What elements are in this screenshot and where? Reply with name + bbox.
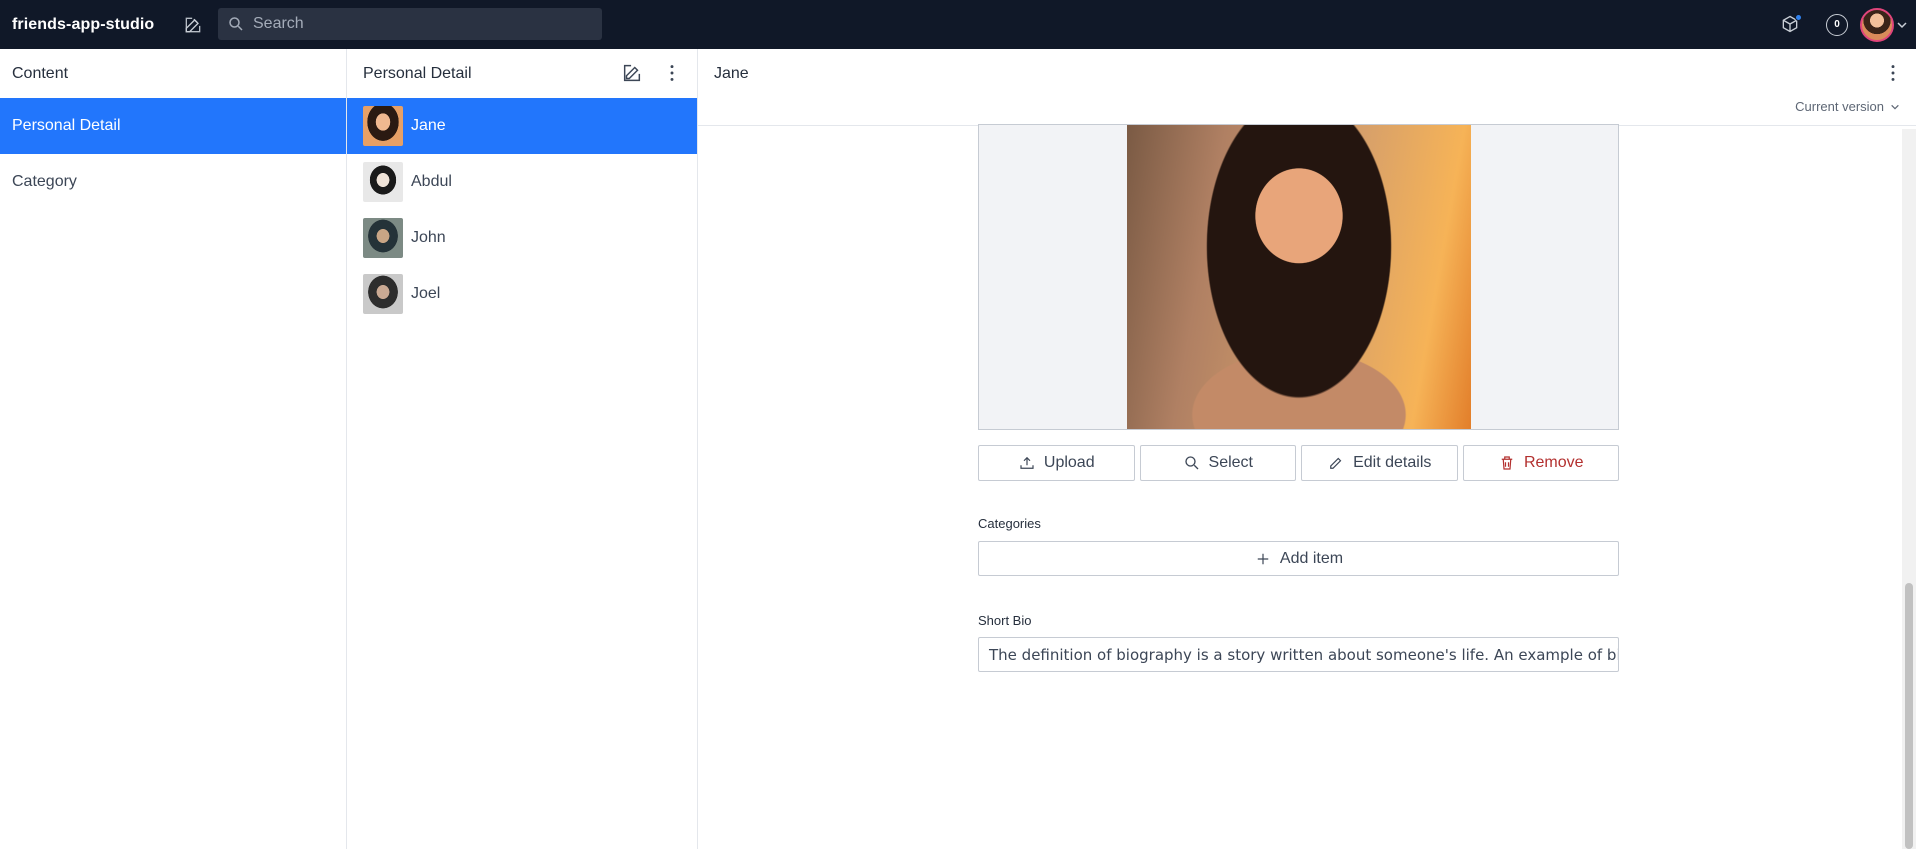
- list-item-label: Abdul: [411, 173, 452, 190]
- document-editor-pane: Jane Current version Upload Select Edit …: [698, 49, 1916, 849]
- content-pane-header: Content: [12, 64, 69, 82]
- document-list-pane: Personal Detail Jane Abdul John Joel: [347, 49, 698, 849]
- list-pane-actions: [621, 62, 683, 84]
- compose-icon[interactable]: [621, 62, 643, 84]
- avatar: [363, 106, 403, 146]
- image-preview: [1127, 125, 1471, 429]
- short-bio-input[interactable]: The definition of biography is a story w…: [978, 637, 1619, 672]
- select-button[interactable]: Select: [1139, 445, 1296, 481]
- list-item-label: John: [411, 229, 446, 246]
- more-vertical-icon[interactable]: [661, 62, 683, 84]
- version-select[interactable]: Current version: [1795, 99, 1900, 114]
- chevron-down-icon: [1891, 104, 1899, 110]
- avatar[interactable]: [1860, 7, 1894, 42]
- list-item-label: Jane: [411, 117, 446, 134]
- list-pane-title: Personal Detail: [363, 64, 472, 82]
- upload-button[interactable]: Upload: [978, 445, 1135, 481]
- remove-button[interactable]: Remove: [1462, 445, 1619, 481]
- status-badge[interactable]: 0: [1826, 13, 1848, 36]
- upload-label: Upload: [1043, 454, 1095, 471]
- upload-icon: [1020, 456, 1034, 469]
- list-pane-header: Personal Detail: [347, 49, 697, 98]
- search-placeholder: Search: [253, 15, 304, 32]
- list-item-jane[interactable]: Jane: [347, 98, 697, 154]
- cube-icon[interactable]: [1780, 13, 1802, 36]
- image-field: [978, 124, 1619, 430]
- scrollbar-thumb[interactable]: [1905, 583, 1913, 849]
- trash-icon: [1501, 456, 1513, 470]
- image-actions: Upload Select Edit details Remove: [978, 445, 1619, 481]
- notification-dot: [1795, 13, 1802, 21]
- search-icon: [1184, 456, 1198, 470]
- sidebar-item-category[interactable]: Category: [0, 154, 346, 210]
- avatar: [363, 162, 403, 202]
- top-navbar: friends-app-studio Search 0: [0, 0, 1916, 49]
- pencil-icon: [1330, 457, 1342, 469]
- add-item-button[interactable]: Add item: [978, 541, 1619, 576]
- document-title: Jane: [714, 64, 749, 82]
- avatar: [363, 274, 403, 314]
- avatar: [363, 218, 403, 258]
- content-pane: Content Personal Detail Category: [0, 49, 347, 849]
- search-input[interactable]: Search: [218, 8, 602, 40]
- scrollbar[interactable]: [1902, 129, 1916, 849]
- list-item-john[interactable]: John: [347, 210, 697, 266]
- list-item-label: Joel: [411, 285, 441, 302]
- compose-icon[interactable]: [182, 14, 204, 36]
- sidebar-item-personal-detail[interactable]: Personal Detail: [0, 98, 346, 154]
- chevron-down-icon[interactable]: [1896, 19, 1908, 31]
- remove-label: Remove: [1523, 454, 1584, 471]
- edit-details-label: Edit details: [1353, 454, 1432, 471]
- plus-icon: [1257, 553, 1269, 564]
- top-right-tools: 0: [1780, 0, 1916, 49]
- list-item-joel[interactable]: Joel: [347, 266, 697, 322]
- more-vertical-icon[interactable]: [1882, 62, 1904, 84]
- list-item-abdul[interactable]: Abdul: [347, 154, 697, 210]
- add-item-label: Add item: [1279, 549, 1344, 567]
- app-title[interactable]: friends-app-studio: [12, 16, 154, 34]
- select-label: Select: [1208, 454, 1253, 471]
- version-label: Current version: [1795, 99, 1884, 114]
- categories-label: Categories: [978, 516, 1041, 531]
- search-icon: [229, 17, 243, 31]
- edit-details-button[interactable]: Edit details: [1301, 445, 1458, 481]
- short-bio-label: Short Bio: [978, 613, 1032, 628]
